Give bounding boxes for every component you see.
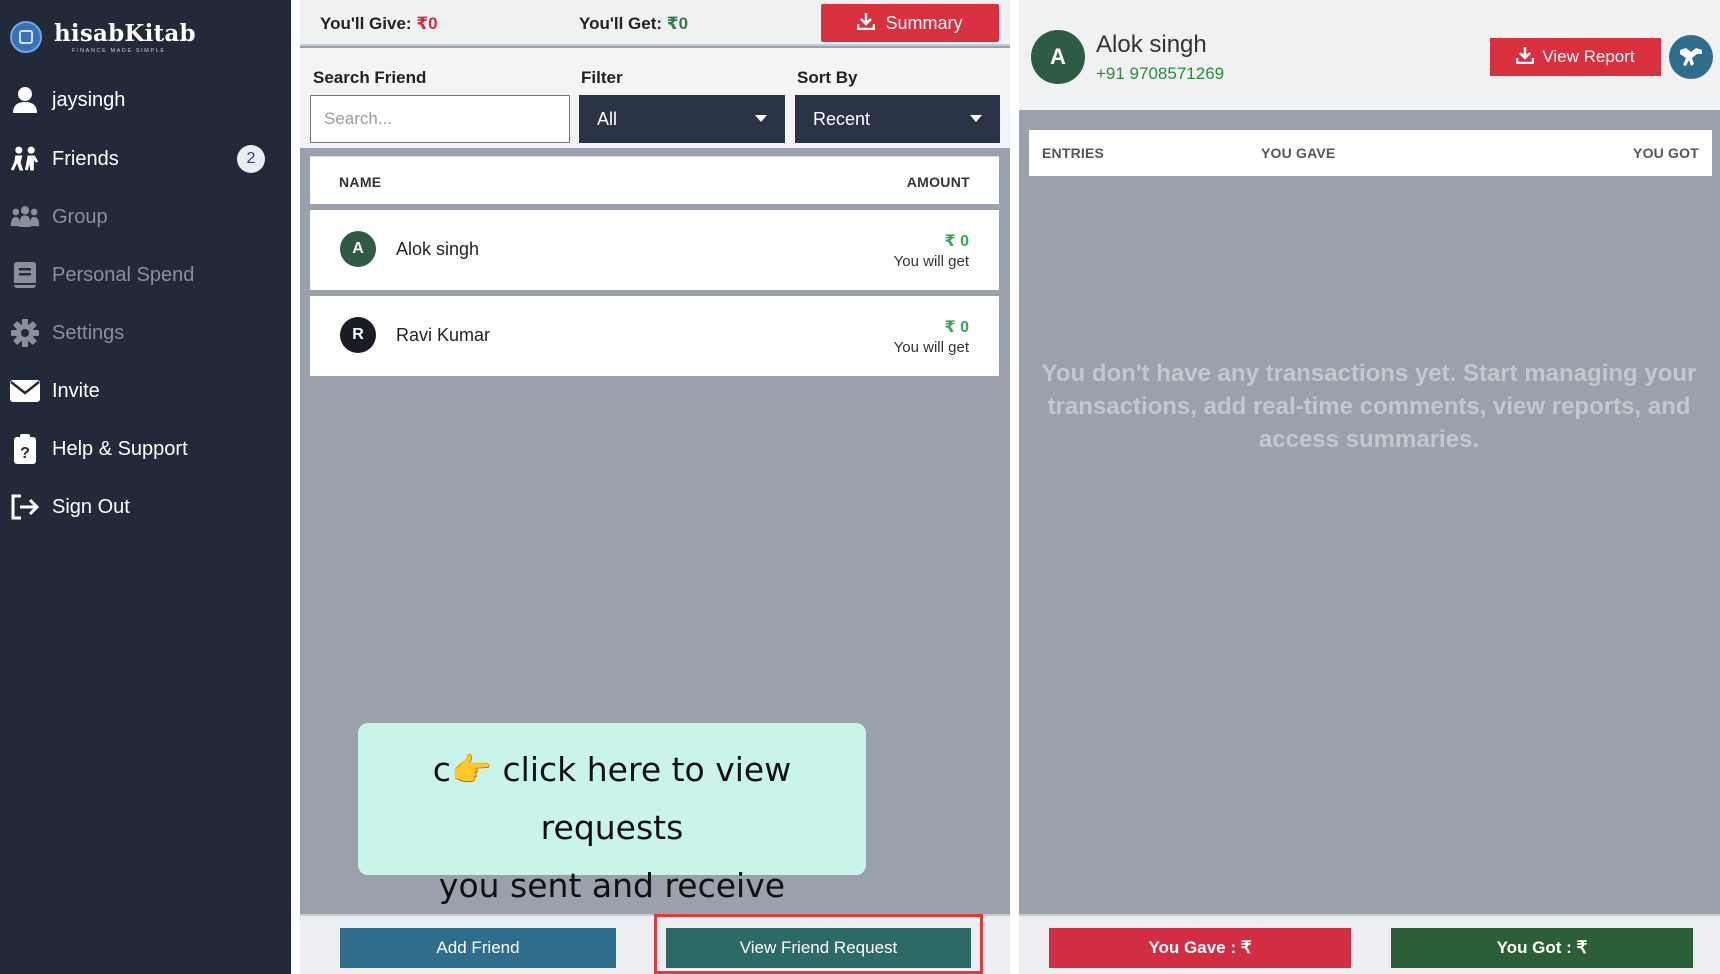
tutorial-hint: c👉 click here to view requests you sent … bbox=[358, 723, 866, 905]
filter-bar: Search Friend Filter All Sort By Recent bbox=[300, 48, 1010, 148]
friend-detail-name: Alok singh bbox=[1096, 31, 1207, 58]
you-get-label: You'll Get: bbox=[579, 14, 663, 33]
friends-list-header: NAME AMOUNT bbox=[310, 156, 999, 204]
sidebar-item-help[interactable]: ? Help & Support bbox=[10, 429, 188, 469]
handshake-icon[interactable] bbox=[1669, 35, 1713, 79]
sidebar-item-label: Settings bbox=[52, 321, 125, 344]
download-icon bbox=[857, 12, 876, 35]
hint-line-1: c👉 click here to view requests bbox=[358, 741, 866, 857]
sidebar: hisabKitab FINANCE MADE SIMPLE jaysingh … bbox=[0, 0, 291, 974]
friend-row[interactable]: A Alok singh ₹ 0 You will get bbox=[310, 210, 999, 290]
app-name: hisabKitab bbox=[54, 20, 196, 47]
svg-text:?: ? bbox=[20, 445, 30, 462]
sort-label: Sort By bbox=[797, 68, 858, 87]
you-get-value: ₹0 bbox=[666, 14, 689, 33]
filter-value: All bbox=[597, 108, 618, 129]
user-icon bbox=[10, 85, 40, 115]
pointing-hand-icon: 👉 bbox=[450, 750, 493, 789]
friends-panel: You'll Give: ₹0 You'll Get: ₹0 Summary S… bbox=[300, 0, 1010, 974]
column-name: NAME bbox=[339, 174, 382, 190]
summary-button[interactable]: Summary bbox=[821, 4, 999, 42]
hint-text-2: you sent and receive bbox=[438, 866, 786, 905]
sidebar-item-invite[interactable]: Invite bbox=[10, 371, 100, 411]
sidebar-item-label: Sign Out bbox=[52, 495, 130, 518]
group-icon bbox=[10, 202, 40, 232]
sort-value: Recent bbox=[813, 108, 871, 129]
friend-row[interactable]: R Ravi Kumar ₹ 0 You will get bbox=[310, 296, 999, 376]
transaction-actions: You Gave : ₹ You Got : ₹ bbox=[1019, 914, 1720, 974]
sort-select[interactable]: Recent bbox=[795, 95, 1000, 143]
summary-button-label: Summary bbox=[885, 12, 963, 33]
sidebar-item-label: Help & Support bbox=[52, 437, 188, 460]
filter-label: Filter bbox=[581, 68, 623, 87]
sign-out-icon bbox=[10, 492, 40, 522]
sidebar-item-profile[interactable]: jaysingh bbox=[10, 80, 125, 120]
avatar: A bbox=[1031, 30, 1085, 84]
empty-state-message: You don't have any transactions yet. Sta… bbox=[1041, 360, 1697, 453]
you-give-label: You'll Give: bbox=[320, 14, 412, 33]
envelope-icon bbox=[10, 376, 40, 406]
logo-icon bbox=[10, 21, 42, 53]
friend-balance-note: You will get bbox=[893, 339, 969, 356]
search-input[interactable] bbox=[310, 95, 570, 143]
friend-detail-panel: A Alok singh +91 9708571269 View Report … bbox=[1019, 0, 1720, 974]
you-gave-button[interactable]: You Gave : ₹ bbox=[1049, 928, 1351, 968]
you-got-button[interactable]: You Got : ₹ bbox=[1391, 928, 1693, 968]
friend-detail-phone: +91 9708571269 bbox=[1096, 64, 1225, 83]
hint-text-1: click here to view requests bbox=[502, 750, 792, 847]
column-you-gave: YOU GAVE bbox=[1261, 145, 1336, 161]
app-root: hisabKitab FINANCE MADE SIMPLE jaysingh … bbox=[0, 0, 1720, 974]
sidebar-item-label: Friends bbox=[52, 147, 119, 170]
avatar: A bbox=[340, 231, 376, 267]
sidebar-item-label: Group bbox=[52, 205, 108, 228]
sidebar-item-friends[interactable]: Friends bbox=[10, 139, 119, 179]
clipboard-question-icon: ? bbox=[10, 434, 40, 464]
friend-amount: ₹ 0 bbox=[944, 233, 969, 250]
sidebar-item-label: Personal Spend bbox=[52, 263, 195, 286]
brand-text: hisabKitab FINANCE MADE SIMPLE bbox=[54, 20, 196, 54]
view-report-label: View Report bbox=[1542, 47, 1635, 66]
sidebar-item-sign-out[interactable]: Sign Out bbox=[10, 487, 130, 527]
brand[interactable]: hisabKitab FINANCE MADE SIMPLE bbox=[10, 20, 196, 54]
transactions-header: ENTRIES YOU GAVE YOU GOT bbox=[1029, 130, 1712, 176]
view-friend-request-button[interactable]: View Friend Request bbox=[666, 928, 971, 968]
book-icon bbox=[10, 260, 40, 290]
avatar: R bbox=[340, 317, 376, 353]
friend-amount: ₹ 0 bbox=[944, 319, 969, 336]
chevron-down-icon bbox=[755, 115, 767, 122]
filter-select[interactable]: All bbox=[579, 95, 785, 143]
friend-name: Alok singh bbox=[396, 239, 480, 259]
friend-balance-note: You will get bbox=[893, 253, 969, 270]
sidebar-item-group[interactable]: Group bbox=[10, 197, 108, 237]
add-friend-button[interactable]: Add Friend bbox=[340, 928, 616, 968]
sidebar-item-settings[interactable]: Settings bbox=[10, 313, 124, 353]
view-report-button[interactable]: View Report bbox=[1490, 38, 1661, 76]
column-amount: AMOUNT bbox=[906, 174, 970, 190]
download-icon bbox=[1516, 46, 1535, 69]
sidebar-item-label: jaysingh bbox=[52, 88, 126, 111]
friends-count-badge: 2 bbox=[237, 145, 265, 173]
hint-prefix: c bbox=[432, 750, 451, 789]
search-label: Search Friend bbox=[313, 68, 427, 87]
balance-bar: You'll Give: ₹0 You'll Get: ₹0 Summary bbox=[300, 0, 1010, 46]
gear-icon bbox=[10, 318, 40, 348]
you-get-summary: You'll Get: ₹0 bbox=[579, 14, 688, 34]
friend-detail-header: A Alok singh +91 9708571269 View Report bbox=[1019, 0, 1720, 110]
column-you-got: YOU GOT bbox=[1633, 145, 1699, 161]
friends-icon bbox=[10, 144, 40, 174]
sidebar-item-label: Invite bbox=[52, 379, 100, 402]
friends-footer: Add Friend View Friend Request bbox=[300, 914, 1010, 974]
you-give-value: ₹0 bbox=[416, 14, 438, 33]
you-give-summary: You'll Give: ₹0 bbox=[320, 14, 438, 34]
app-tagline: FINANCE MADE SIMPLE bbox=[72, 48, 166, 54]
column-entries: ENTRIES bbox=[1042, 145, 1105, 161]
friend-name: Ravi Kumar bbox=[396, 325, 491, 345]
sidebar-item-personal-spend[interactable]: Personal Spend bbox=[10, 255, 194, 295]
chevron-down-icon bbox=[970, 115, 982, 122]
